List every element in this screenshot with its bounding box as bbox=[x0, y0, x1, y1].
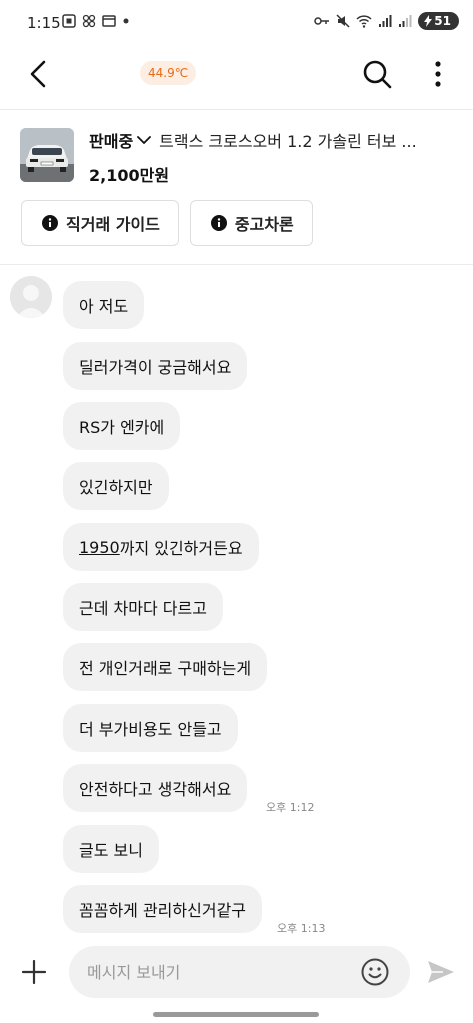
message-text: 꼼꼼하게 관리하신거같구 bbox=[79, 901, 247, 920]
wifi-icon bbox=[356, 15, 372, 28]
status-time: 1:15 bbox=[27, 14, 61, 32]
number-link[interactable]: 1950 bbox=[79, 538, 120, 557]
used-car-loan-label: 중고차론 bbox=[234, 215, 294, 234]
message-text: 근데 차마다 다르고 bbox=[79, 599, 207, 618]
chevron-left-icon bbox=[30, 60, 46, 88]
mute-icon bbox=[336, 14, 350, 28]
message-text: RS가 엔카에 bbox=[79, 418, 165, 437]
send-button[interactable] bbox=[425, 956, 457, 988]
message-bubble[interactable]: 전 개인거래로 구매하는게 bbox=[63, 643, 268, 691]
message-text: 아 저도 bbox=[79, 297, 129, 316]
message-bubble[interactable]: RS가 엔카에 bbox=[63, 402, 181, 450]
message-input-wrapper bbox=[69, 946, 410, 998]
message-bubble[interactable]: 있긴하지만 bbox=[63, 462, 169, 510]
chat-divider bbox=[0, 264, 473, 265]
screenshot-icon bbox=[62, 14, 76, 28]
chip-row: 직거래 가이드 중고차론 bbox=[21, 200, 313, 246]
product-price: 2,100만원 bbox=[89, 166, 170, 185]
battery-indicator: 51 bbox=[418, 12, 459, 30]
message-bubble[interactable]: 딜러가격이 궁금해서요 bbox=[63, 342, 248, 390]
avatar[interactable] bbox=[10, 276, 52, 318]
car-image bbox=[20, 128, 74, 182]
message-timestamp: 오후 1:12 bbox=[266, 801, 315, 814]
search-button[interactable] bbox=[357, 54, 397, 94]
charging-icon bbox=[424, 15, 433, 27]
message-text: 더 부가비용도 안들고 bbox=[79, 720, 222, 739]
message-bubble[interactable]: 1950 까지 있긴하거든요 bbox=[63, 523, 259, 571]
message-bubble[interactable]: 더 부가비용도 안들고 bbox=[63, 704, 238, 752]
chevron-down-icon[interactable] bbox=[137, 135, 152, 145]
back-button[interactable] bbox=[20, 56, 56, 92]
used-car-loan-button[interactable]: 중고차론 bbox=[189, 200, 313, 246]
message-text: 전 개인거래로 구매하는게 bbox=[79, 659, 252, 678]
attach-button[interactable] bbox=[18, 956, 50, 988]
signal-icon-2 bbox=[399, 15, 412, 27]
message-input[interactable] bbox=[87, 946, 357, 998]
status-bar: 1:15 51 bbox=[0, 0, 473, 44]
emoji-button[interactable] bbox=[360, 957, 390, 987]
message-bubble[interactable]: 근데 차마다 다르고 bbox=[63, 583, 223, 631]
smile-icon bbox=[361, 958, 389, 986]
status-left-icons bbox=[62, 14, 130, 28]
message-bubble[interactable]: 글도 보니 bbox=[63, 825, 159, 873]
key-icon bbox=[314, 17, 330, 25]
signal-icon bbox=[379, 15, 392, 27]
message-text: 안전하다고 생각해서요 bbox=[79, 780, 232, 799]
message-bubble[interactable]: 꼼꼼하게 관리하신거같구 bbox=[63, 885, 263, 933]
product-title: 트랙스 크로스오버 1.2 가솔린 터보 ... bbox=[159, 132, 417, 151]
message-bubble[interactable]: 안전하다고 생각해서요 bbox=[63, 764, 248, 812]
direct-trade-guide-label: 직거래 가이드 bbox=[66, 215, 160, 234]
more-options-button[interactable] bbox=[423, 54, 453, 94]
message-text: 있긴하지만 bbox=[79, 478, 153, 497]
message-text: 까지 있긴하거든요 bbox=[119, 539, 243, 558]
product-info: 판매중 트랙스 크로스오버 1.2 가솔린 터보 ... 2,100만원 bbox=[89, 128, 453, 186]
grid-app-icon bbox=[82, 14, 96, 28]
product-summary[interactable]: 판매중 트랙스 크로스오버 1.2 가솔린 터보 ... 2,100만원 bbox=[0, 118, 473, 190]
info-icon bbox=[42, 215, 58, 231]
home-indicator bbox=[153, 1012, 319, 1017]
battery-level: 51 bbox=[434, 14, 451, 28]
message-text: 딜러가격이 궁금해서요 bbox=[79, 358, 232, 377]
send-icon bbox=[428, 961, 454, 983]
manner-temperature-badge: 44.9℃ bbox=[140, 61, 197, 85]
notification-dot-icon bbox=[123, 18, 129, 24]
info-icon bbox=[210, 215, 227, 231]
product-thumbnail bbox=[20, 128, 74, 182]
more-vertical-icon bbox=[435, 61, 441, 87]
direct-trade-guide-button[interactable]: 직거래 가이드 bbox=[21, 200, 179, 246]
product-line: 판매중 트랙스 크로스오버 1.2 가솔린 터보 ... bbox=[89, 128, 453, 152]
default-avatar-icon bbox=[10, 276, 52, 318]
header-divider bbox=[0, 109, 473, 110]
composer-bar bbox=[0, 944, 473, 1000]
message-timestamp: 오후 1:13 bbox=[277, 922, 326, 935]
search-icon bbox=[363, 60, 392, 89]
app-bar: 44.9℃ bbox=[0, 44, 473, 104]
message-text: 글도 보니 bbox=[79, 841, 143, 860]
status-right-icons: 51 bbox=[314, 12, 459, 30]
plus-icon bbox=[22, 960, 46, 984]
window-icon bbox=[102, 15, 116, 27]
message-bubble[interactable]: 아 저도 bbox=[63, 281, 145, 329]
sale-status: 판매중 bbox=[89, 132, 134, 151]
